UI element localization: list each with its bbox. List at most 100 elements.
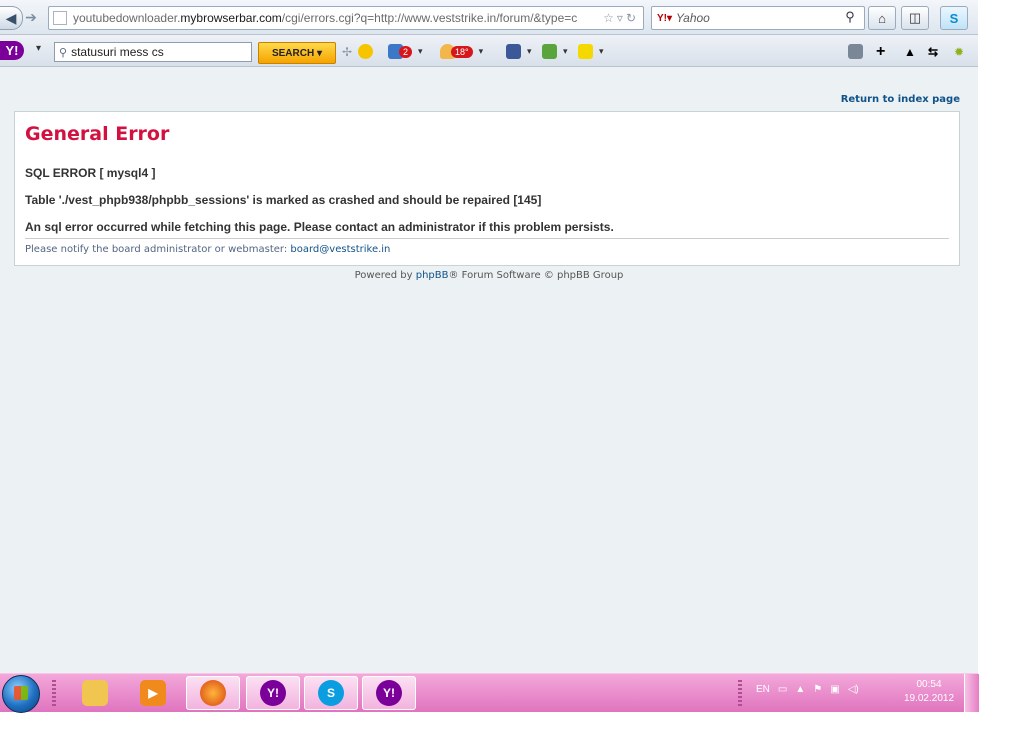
error-detail-text: Table './vest_phpb938/phpbb_sessions' is…: [25, 193, 542, 207]
phpbb-link[interactable]: phpBB: [416, 270, 449, 281]
ebay-icon: [578, 44, 593, 59]
network-icon[interactable]: ▣: [830, 684, 839, 695]
admin-email-link[interactable]: board@veststrike.in: [290, 244, 390, 255]
search-button-label: SEARCH: [271, 47, 315, 59]
address-bar[interactable]: youtubedownloader.mybrowserbar.com/cgi/e…: [48, 6, 644, 30]
taskbar-grip[interactable]: [52, 680, 56, 706]
url-prefix: youtubedownloader.: [73, 11, 181, 25]
search-engine-placeholder: Yahoo: [676, 11, 710, 25]
media-player-icon: ▶: [140, 680, 166, 706]
star-bookmark-icon[interactable]: ☆: [603, 11, 617, 25]
toolbar-search-value: statusuri mess cs: [71, 45, 164, 59]
skype-button[interactable]: S: [940, 6, 968, 30]
url-path: /cgi/errors.cgi?q=http://www.veststrike.…: [281, 11, 578, 25]
sidebar-button[interactable]: [848, 43, 863, 60]
firefox-icon: [200, 680, 226, 706]
system-tray: EN ▭ ▲ ⚑ ▣ ◁): [756, 684, 859, 695]
divider: [25, 238, 949, 239]
web-search-box[interactable]: Y!▾ Yahoo: [651, 6, 865, 30]
weather-badge: 18°: [451, 45, 473, 58]
ebay-dropdown-icon[interactable]: ▾: [599, 46, 604, 57]
footer-suffix: ® Forum Software © phpBB Group: [448, 270, 624, 281]
toolbar-search-input[interactable]: ⚲ statusuri mess cs: [54, 42, 252, 62]
navigation-bar: ◀ ➔ youtubedownloader.mybrowserbar.com/c…: [0, 0, 978, 35]
facebook-button[interactable]: ▾: [506, 43, 532, 60]
show-hidden-icons-icon[interactable]: ▲: [795, 684, 805, 695]
facebook-dropdown-icon[interactable]: ▾: [527, 46, 532, 57]
mail-dropdown-icon[interactable]: ▾: [418, 46, 423, 57]
mail-button[interactable]: 2 ▾: [388, 43, 423, 60]
folder-icon: [82, 680, 108, 706]
list-icon: [848, 44, 863, 59]
yahoo-messenger-icon: Y!: [376, 680, 402, 706]
reload-icon[interactable]: ↻: [626, 11, 639, 25]
messenger-smiley-icon: [358, 44, 373, 59]
page-favicon-icon: [53, 11, 67, 25]
taskbar-skype[interactable]: S: [304, 676, 358, 710]
notify-label: Please notify the board administrator or…: [25, 244, 291, 255]
bell-icon: ▲: [904, 44, 916, 59]
start-button[interactable]: [2, 675, 40, 713]
notify-text: Please notify the board administrator or…: [25, 244, 390, 255]
home-icon: ⌂: [878, 10, 886, 26]
page-footer: Powered by phpBB® Forum Software © phpBB…: [0, 270, 978, 281]
url-text[interactable]: youtubedownloader.mybrowserbar.com/cgi/e…: [73, 11, 599, 25]
history-dropdown-icon[interactable]: ▿: [617, 11, 626, 25]
alerts-button[interactable]: ▲: [904, 43, 916, 60]
language-indicator[interactable]: EN: [756, 684, 770, 695]
add-icon[interactable]: +: [876, 43, 885, 60]
ebay-button[interactable]: ▾: [578, 43, 604, 60]
facebook-icon: [506, 44, 521, 59]
taskbar-explorer[interactable]: [68, 676, 122, 710]
page-title: General Error: [25, 123, 170, 145]
games-dropdown-icon[interactable]: ▾: [563, 46, 568, 57]
search-icon: ⚲: [59, 46, 68, 59]
tray-grip[interactable]: [738, 680, 742, 706]
weather-dropdown-icon[interactable]: ▾: [479, 46, 484, 57]
weather-button[interactable]: 18° ▾: [440, 43, 483, 60]
action-center-flag-icon[interactable]: ⚑: [813, 684, 822, 695]
yahoo-logo-icon[interactable]: Y!: [0, 41, 24, 60]
games-button[interactable]: ▾: [542, 43, 568, 60]
return-to-index-link[interactable]: Return to index page: [841, 94, 960, 105]
clock-date: 19.02.2012: [903, 693, 955, 704]
settings-gear-icon[interactable]: ✹: [954, 43, 964, 60]
sync-icon[interactable]: ⇆: [928, 43, 938, 60]
search-go-icon[interactable]: ⚲: [838, 6, 862, 28]
taskbar-yahoo-messenger[interactable]: Y!: [246, 676, 300, 710]
yahoo-toolbar: Y! ▾ ⚲ statusuri mess cs SEARCH ▾ ✢ 2 ▾ 1…: [0, 35, 978, 67]
taskbar-media-player[interactable]: ▶: [126, 676, 180, 710]
games-icon: [542, 44, 557, 59]
volume-icon[interactable]: ◁): [848, 684, 859, 695]
url-domain: mybrowserbar.com: [180, 11, 282, 25]
browser-window: ◀ ➔ youtubedownloader.mybrowserbar.com/c…: [0, 0, 979, 738]
back-arrow-icon: ◀: [5, 9, 17, 26]
error-message-text: An sql error occurred while fetching thi…: [25, 220, 614, 234]
taskbar-firefox[interactable]: [186, 676, 240, 710]
home-button[interactable]: ⌂: [868, 6, 896, 30]
url-bar-icons: ☆▿↻: [599, 11, 643, 25]
windows-logo-icon: [14, 686, 28, 700]
toolbar-separator-icon: ✢: [342, 44, 353, 59]
bookmarks-icon: ◫: [908, 10, 922, 25]
forward-arrow-icon: ➔: [25, 8, 37, 25]
bookmarks-button[interactable]: ◫: [901, 6, 929, 30]
keyboard-icon[interactable]: ▭: [778, 684, 787, 695]
mail-count-badge: 2: [399, 45, 413, 58]
clock-time: 00:54: [916, 679, 942, 690]
sql-error-label: SQL ERROR [ mysql4 ]: [25, 166, 156, 180]
error-panel: General Error SQL ERROR [ mysql4 ] Table…: [14, 111, 960, 266]
skype-icon: S: [318, 680, 344, 706]
footer-prefix: Powered by: [354, 270, 416, 281]
show-desktop-button[interactable]: [964, 674, 979, 712]
taskbar-yahoo-messenger-2[interactable]: Y!: [362, 676, 416, 710]
forward-button[interactable]: ➔: [22, 6, 40, 28]
yahoo-menu-dropdown-icon[interactable]: ▾: [36, 43, 41, 54]
toolbar-search-button[interactable]: SEARCH ▾: [258, 42, 336, 64]
yahoo-messenger-icon: Y!: [260, 680, 286, 706]
taskbar-clock[interactable]: 00:54 19.02.2012: [896, 678, 962, 706]
yahoo-engine-icon[interactable]: Y!▾: [657, 13, 672, 24]
messenger-button[interactable]: [358, 43, 373, 60]
windows-taskbar: ▶ Y! S Y! EN ▭ ▲ ⚑ ▣ ◁) 00:54 19.02.2012: [0, 673, 979, 713]
back-button[interactable]: ◀: [0, 6, 23, 30]
